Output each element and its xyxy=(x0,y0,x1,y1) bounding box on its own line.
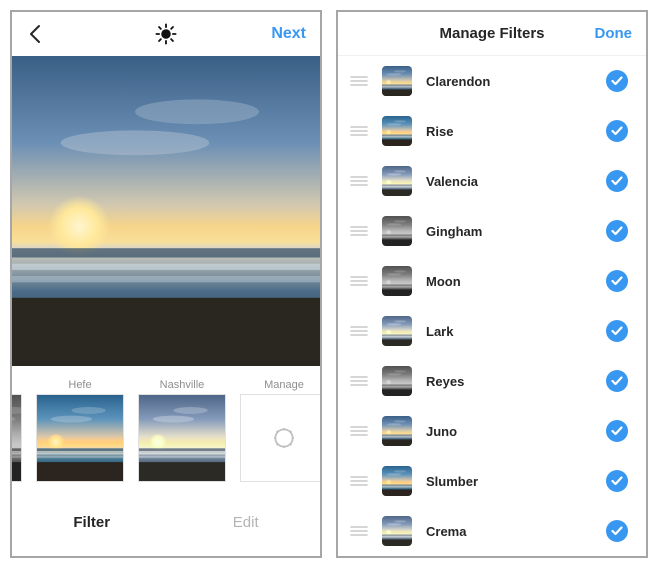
filter-name: Gingham xyxy=(426,224,592,239)
filter-enabled-check[interactable] xyxy=(606,320,628,342)
back-button[interactable] xyxy=(20,12,50,56)
drag-handle-icon[interactable] xyxy=(350,175,368,187)
filter-thumb[interactable]: Hefe xyxy=(36,376,124,482)
filter-thumb[interactable]: Nashville xyxy=(138,376,226,482)
filter-thumb-label: Nashville xyxy=(160,376,205,394)
lux-icon[interactable] xyxy=(155,23,177,45)
drag-handle-icon[interactable] xyxy=(350,475,368,487)
filter-name: Crema xyxy=(426,524,592,539)
photo-edit-screen: Next ell Hefe Nashville Mana xyxy=(10,10,322,558)
drag-handle-icon[interactable] xyxy=(350,125,368,137)
filter-name: Clarendon xyxy=(426,74,592,89)
filter-preview-thumb xyxy=(382,66,412,96)
filter-name: Lark xyxy=(426,324,592,339)
filter-enabled-check[interactable] xyxy=(606,170,628,192)
filter-preview-thumb xyxy=(382,366,412,396)
page-title: Manage Filters xyxy=(439,25,544,42)
tab-filter[interactable]: Filter xyxy=(73,514,110,531)
next-button[interactable]: Next xyxy=(271,12,306,56)
filter-enabled-check[interactable] xyxy=(606,220,628,242)
drag-handle-icon[interactable] xyxy=(350,225,368,237)
filter-preview-thumb xyxy=(382,516,412,546)
drag-handle-icon[interactable] xyxy=(350,525,368,537)
filter-preview-thumb xyxy=(382,216,412,246)
filter-enabled-check[interactable] xyxy=(606,270,628,292)
filter-row[interactable]: Gingham xyxy=(338,206,646,256)
drag-handle-icon[interactable] xyxy=(350,375,368,387)
filter-preview-thumb xyxy=(382,116,412,146)
filter-enabled-check[interactable] xyxy=(606,470,628,492)
filter-name: Moon xyxy=(426,274,592,289)
filter-enabled-check[interactable] xyxy=(606,120,628,142)
manage-header: Manage Filters Done xyxy=(338,12,646,56)
filter-row[interactable]: Valencia xyxy=(338,156,646,206)
done-button[interactable]: Done xyxy=(595,12,633,55)
filter-row[interactable]: Crema xyxy=(338,506,646,556)
filter-row[interactable]: Moon xyxy=(338,256,646,306)
filter-name: Slumber xyxy=(426,474,592,489)
filter-preview-thumb xyxy=(382,416,412,446)
filter-name: Juno xyxy=(426,424,592,439)
filter-preview-thumb xyxy=(382,316,412,346)
drag-handle-icon[interactable] xyxy=(350,425,368,437)
drag-handle-icon[interactable] xyxy=(350,275,368,287)
filter-preview-thumb xyxy=(382,266,412,296)
filter-row[interactable]: Reyes xyxy=(338,356,646,406)
filter-row[interactable]: Lark xyxy=(338,306,646,356)
filter-strip[interactable]: ell Hefe Nashville Manage xyxy=(12,366,320,498)
editor-header: Next xyxy=(12,12,320,56)
filter-preview-thumb xyxy=(382,466,412,496)
filters-list[interactable]: Clarendon Rise Valencia Gingham Moon Lark Reye… xyxy=(338,56,646,556)
filter-name: Rise xyxy=(426,124,592,139)
filter-name: Reyes xyxy=(426,374,592,389)
filter-enabled-check[interactable] xyxy=(606,420,628,442)
bottom-tabs: Filter Edit xyxy=(12,498,320,546)
filter-thumb[interactable]: ell xyxy=(10,376,22,482)
photo-preview[interactable] xyxy=(12,56,320,366)
filter-row[interactable]: Slumber xyxy=(338,456,646,506)
filter-enabled-check[interactable] xyxy=(606,70,628,92)
filter-thumb-label: Manage xyxy=(264,376,304,394)
manage-filters-thumb[interactable]: Manage xyxy=(240,376,322,482)
filter-name: Valencia xyxy=(426,174,592,189)
filter-thumb-label: Hefe xyxy=(68,376,91,394)
drag-handle-icon[interactable] xyxy=(350,75,368,87)
manage-gear-icon xyxy=(240,394,322,482)
filter-enabled-check[interactable] xyxy=(606,520,628,542)
filter-row[interactable]: Rise xyxy=(338,106,646,156)
filter-preview-thumb xyxy=(382,166,412,196)
drag-handle-icon[interactable] xyxy=(350,325,368,337)
filter-enabled-check[interactable] xyxy=(606,370,628,392)
tab-edit[interactable]: Edit xyxy=(233,514,259,531)
filter-row[interactable]: Clarendon xyxy=(338,56,646,106)
filter-row[interactable]: Juno xyxy=(338,406,646,456)
manage-filters-screen: Manage Filters Done Clarendon Rise Valenci… xyxy=(336,10,648,558)
